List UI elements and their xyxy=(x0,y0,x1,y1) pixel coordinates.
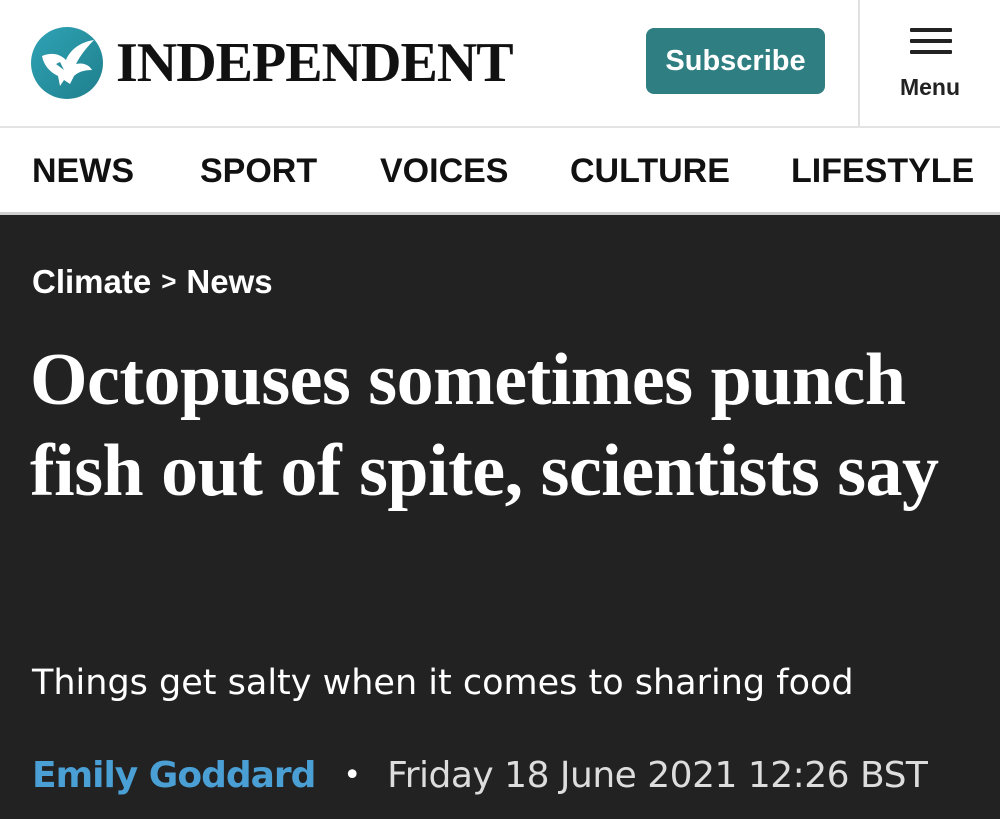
logo-wordmark: INDEPENDENT xyxy=(116,32,514,94)
nav-item-culture[interactable]: CULTURE xyxy=(570,152,730,191)
nav-item-voices[interactable]: VOICES xyxy=(380,152,508,191)
nav-item-lifestyle[interactable]: LIFESTYLE xyxy=(791,152,974,191)
nav-item-sport[interactable]: SPORT xyxy=(200,152,317,191)
menu-label: Menu xyxy=(899,74,961,100)
article-byline: Emily Goddard • Friday 18 June 2021 12:2… xyxy=(32,755,928,796)
article-standfirst: Things get salty when it comes to sharin… xyxy=(32,663,854,703)
breadcrumb-separator: > xyxy=(161,266,177,296)
breadcrumb-climate-link[interactable]: Climate xyxy=(32,263,151,300)
breadcrumb-news-link[interactable]: News xyxy=(186,263,272,300)
eagle-logo-icon xyxy=(31,27,103,99)
site-header: INDEPENDENT Subscribe Menu xyxy=(0,0,1000,126)
nav-item-news[interactable]: NEWS xyxy=(32,152,134,191)
article-headline: Octopuses sometimes punch fish out of sp… xyxy=(30,339,939,512)
author-link[interactable]: Emily Goddard xyxy=(32,755,316,796)
section-nav: NEWS SPORT VOICES CULTURE LIFESTYLE xyxy=(0,126,1000,215)
menu-button[interactable]: Menu xyxy=(860,0,1000,126)
breadcrumb: Climate > News xyxy=(32,263,273,301)
hamburger-menu-icon xyxy=(910,28,952,54)
article-header: Climate > News Octopuses sometimes punch f… xyxy=(0,215,1000,819)
subscribe-button[interactable]: Subscribe xyxy=(646,28,825,94)
byline-separator: • xyxy=(343,758,362,793)
site-logo-link[interactable]: INDEPENDENT xyxy=(30,24,514,102)
publish-date: Friday 18 June 2021 12:26 BST xyxy=(387,755,928,796)
